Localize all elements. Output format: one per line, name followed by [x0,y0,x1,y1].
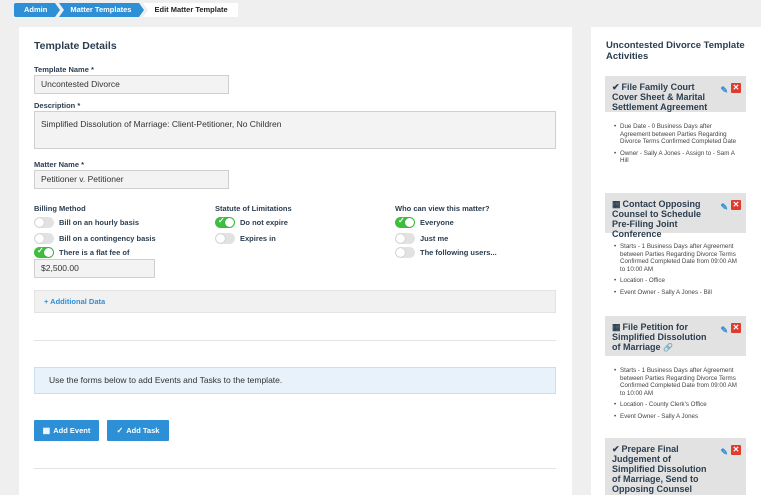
visibility-everyone-option[interactable]: ✓ Everyone [395,216,454,228]
activity-details: Due Date - 0 Business Days after Agreeme… [605,119,746,169]
check-icon: ✔ [612,444,620,454]
breadcrumb-matter-templates[interactable]: Matter Templates [59,3,145,17]
toggle-switch[interactable]: ✓ [395,215,415,228]
sidebar-title: Uncontested Divorce Template Activities [606,40,745,62]
toggle-switch[interactable]: ✓ [215,215,235,228]
breadcrumb-admin[interactable]: Admin [14,3,61,17]
toggle-switch[interactable] [34,216,54,228]
option-label: Everyone [420,217,454,227]
option-label: Bill on a contingency basis [59,233,156,243]
activity-details: Starts - 1 Business Days after Agreement… [605,239,746,300]
additional-data-toggle[interactable]: + Additional Data [34,290,556,313]
breadcrumb: Admin Matter Templates Edit Matter Templ… [14,3,238,17]
template-name-input[interactable]: Uncontested Divorce [34,75,229,94]
divider [34,468,556,469]
template-details-panel: Template Details Template Name * Unconte… [19,27,572,495]
statute-label: Statute of Limitations [215,204,292,213]
activity-detail: Location - Office [614,277,742,285]
add-event-button[interactable]: ▦ Add Event [34,420,99,441]
activity-detail: Owner - Sally A Jones - Assign to - Sam … [614,150,742,165]
description-label: Description * [34,101,81,110]
activity-header[interactable]: ▦ Contact Opposing Counsel to Schedule Pr… [605,193,746,239]
billing-hourly-option[interactable]: Bill on an hourly basis [34,216,139,228]
check-icon: ✓ [398,215,405,225]
activity-detail: Due Date - 0 Business Days after Agreeme… [614,123,742,146]
activity-detail: Event Owner - Sally A Jones [614,413,742,421]
matter-name-input[interactable]: Petitioner v. Petitioner [34,170,229,189]
option-label: Expires in [240,233,276,243]
billing-contingency-option[interactable]: Bill on a contingency basis [34,232,156,244]
visibility-label: Who can view this matter? [395,204,490,213]
matter-name-label: Matter Name * [34,160,85,169]
option-label: Bill on an hourly basis [59,217,140,227]
toggle-switch[interactable] [395,246,415,258]
activity-header[interactable]: ▦ File Petition for Simplified Dissolutio… [605,316,746,356]
add-task-button[interactable]: ✓ Add Task [107,420,169,441]
option-label: Just me [420,233,449,243]
billing-flat-fee-option[interactable]: ✓ There is a flat fee of [34,246,129,258]
option-label: The following users... [420,247,497,257]
delete-icon[interactable]: ✕ [731,200,741,210]
delete-icon[interactable]: ✕ [731,445,741,455]
statute-no-expire-option[interactable]: ✓ Do not expire [215,216,288,228]
activity-title: Prepare Final Judgement of Simplified Di… [612,444,707,494]
activity-details: Starts - 1 Business Days after Agreement… [605,363,746,424]
breadcrumb-edit-matter-template: Edit Matter Template [143,3,238,17]
toggle-switch[interactable] [215,232,235,244]
activity-title: File Petition for Simplified Dissolution… [612,322,707,352]
check-icon: ✔ [612,82,620,92]
pencil-icon[interactable]: ✎ [720,85,728,95]
info-banner: Use the forms below to add Events and Ta… [34,367,556,394]
activity-detail: Location - County Clerk's Office [614,401,742,409]
activity-title: Contact Opposing Counsel to Schedule Pre… [612,199,702,239]
pencil-icon[interactable]: ✎ [720,325,728,335]
pencil-icon[interactable]: ✎ [720,202,728,212]
flat-fee-input[interactable]: $2,500.00 [34,259,155,278]
add-event-label: Add Event [53,426,91,435]
option-label: Do not expire [240,217,288,227]
billing-method-label: Billing Method [34,204,86,213]
calendar-icon: ▦ [42,426,51,435]
template-activities-sidebar: Uncontested Divorce Template Activities … [591,27,761,495]
calendar-icon: ▦ [612,322,621,332]
option-label: There is a flat fee of [59,247,130,257]
pencil-icon[interactable]: ✎ [720,447,728,457]
activity-detail: Starts - 1 Business Days after Agreement… [614,367,742,397]
template-name-label: Template Name * [34,65,94,74]
activity-title: File Family Court Cover Sheet & Marital … [612,82,708,112]
divider [34,340,556,341]
description-textarea[interactable]: Simplified Dissolution of Marriage: Clie… [34,111,556,149]
add-task-label: Add Task [126,426,160,435]
activity-header[interactable]: ✔ Prepare Final Judgement of Simplified D… [605,438,746,495]
calendar-icon: ▦ [612,199,621,209]
check-icon: ✓ [218,215,225,225]
statute-expires-in-option[interactable]: Expires in [215,232,276,244]
link-icon[interactable]: 🔗 [663,343,673,352]
check-icon: ✓ [116,426,124,435]
delete-icon[interactable]: ✕ [731,323,741,333]
activity-detail: Event Owner - Sally A Jones - Bill [614,289,742,297]
check-icon: ✓ [37,245,44,255]
activity-detail: Starts - 1 Business Days after Agreement… [614,243,742,273]
toggle-switch[interactable] [34,232,54,244]
toggle-switch[interactable] [395,232,415,244]
toggle-switch[interactable]: ✓ [34,245,54,258]
visibility-following-users-option[interactable]: The following users... [395,246,497,258]
section-title: Template Details [34,40,117,52]
delete-icon[interactable]: ✕ [731,83,741,93]
activity-header[interactable]: ✔ File Family Court Cover Sheet & Marital… [605,76,746,112]
visibility-just-me-option[interactable]: Just me [395,232,448,244]
